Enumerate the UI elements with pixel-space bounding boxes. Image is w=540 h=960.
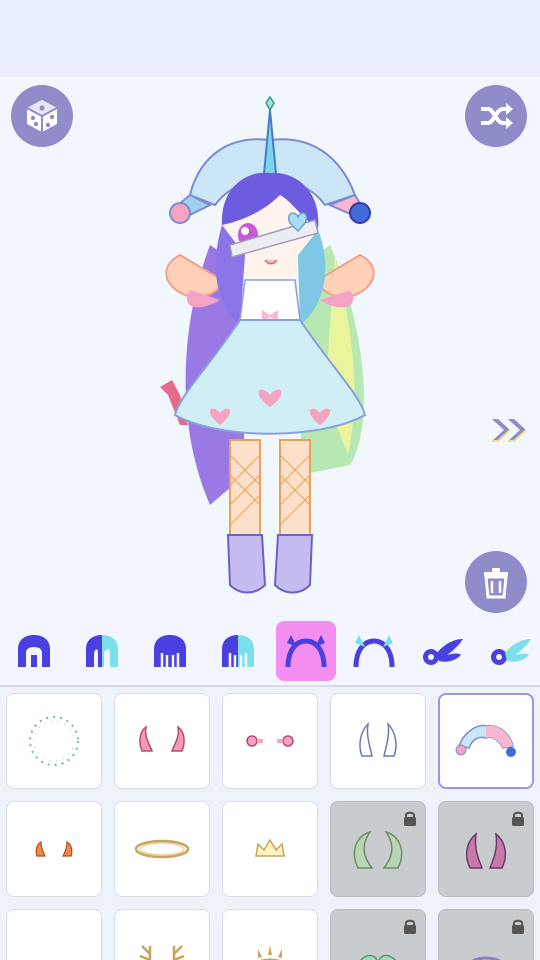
- tab-headband[interactable]: [344, 621, 404, 681]
- hair-front-icon: [18, 635, 50, 667]
- trash-icon: [484, 568, 508, 599]
- jester-hat-icon: [455, 724, 516, 757]
- lock-icon: [404, 919, 416, 934]
- item-antlers[interactable]: [114, 909, 210, 960]
- pink-studs-icon: [246, 735, 294, 747]
- item-leaf-horns[interactable]: [330, 801, 426, 897]
- item-orange-horns[interactable]: [6, 801, 102, 897]
- item-star-wreath[interactable]: [6, 693, 102, 789]
- pink-horns-icon: [139, 725, 185, 752]
- wing-icon: [423, 639, 463, 665]
- horns-icon: [285, 635, 327, 668]
- tab-horns[interactable]: [276, 621, 336, 681]
- shuffle-icon: [481, 103, 513, 129]
- purple-ring-icon: [471, 956, 501, 960]
- item-mermaid-ornament[interactable]: [330, 909, 426, 960]
- item-purple-ring[interactable]: [438, 909, 534, 960]
- item-pink-horns[interactable]: [114, 693, 210, 789]
- item-pink-studs[interactable]: [222, 693, 318, 789]
- delete-button[interactable]: [465, 551, 527, 613]
- lock-icon: [404, 811, 416, 826]
- top-bar: [0, 0, 540, 77]
- shuffle-button[interactable]: [465, 85, 527, 147]
- item-small-crown[interactable]: [222, 801, 318, 897]
- gold-halo-icon: [134, 839, 190, 859]
- hair-back-icon: [154, 635, 186, 667]
- dark-horns-icon: [465, 832, 507, 869]
- sun-crown-icon: [258, 945, 282, 960]
- random-dice-button[interactable]: [11, 85, 73, 147]
- tab-wings-color[interactable]: [480, 621, 540, 681]
- headband-icon: [353, 635, 395, 668]
- tab-hair-front-color[interactable]: [72, 621, 132, 681]
- leaf-horns-icon: [353, 830, 403, 869]
- feather-horns-icon: [359, 721, 397, 757]
- wing-color-icon: [491, 639, 531, 665]
- category-tab-strip: [0, 617, 540, 687]
- lock-icon: [512, 811, 524, 826]
- crown-icon: [255, 838, 285, 857]
- item-jester-hat[interactable]: [438, 693, 534, 789]
- item-grid: [0, 687, 540, 960]
- item-blank[interactable]: [6, 909, 102, 960]
- star-wreath-icon: [29, 716, 79, 766]
- antlers-icon: [139, 945, 185, 960]
- hair-front-color-icon: [86, 635, 118, 667]
- tab-hair-front[interactable]: [4, 621, 64, 681]
- avatar-character: [160, 95, 375, 594]
- item-dark-horns[interactable]: [438, 801, 534, 897]
- double-chevron-right-icon[interactable]: [488, 415, 532, 445]
- mermaid-ornament-icon: [359, 954, 397, 960]
- item-sun-crown[interactable]: [222, 909, 318, 960]
- tab-hair-back[interactable]: [140, 621, 200, 681]
- item-gold-halo[interactable]: [114, 801, 210, 897]
- orange-horns-icon: [35, 841, 73, 857]
- hair-back-color-icon: [222, 635, 254, 667]
- lock-icon: [512, 919, 524, 934]
- dice-icon: [26, 100, 58, 132]
- tab-wings[interactable]: [412, 621, 472, 681]
- item-feather-horns[interactable]: [330, 693, 426, 789]
- tab-hair-back-color[interactable]: [208, 621, 268, 681]
